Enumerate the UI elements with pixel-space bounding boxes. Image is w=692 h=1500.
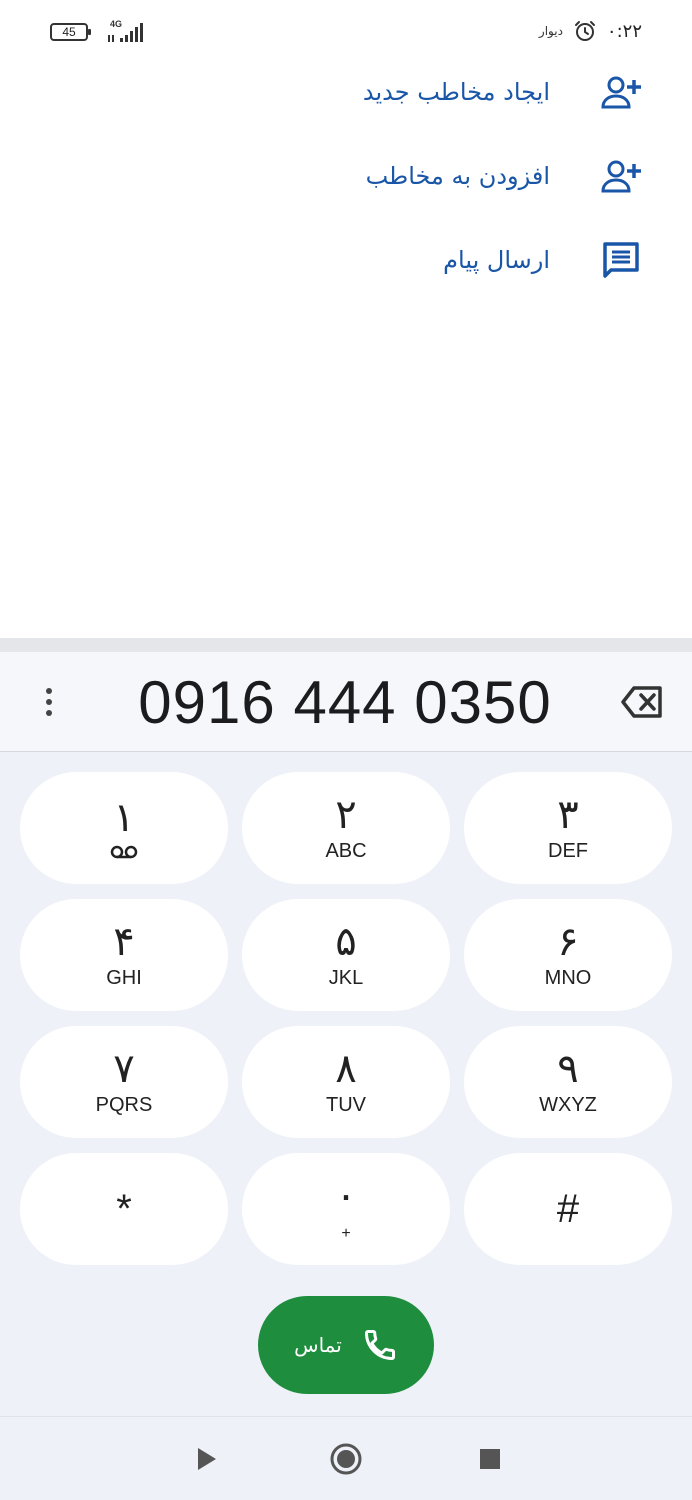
alarm-icon bbox=[574, 21, 595, 41]
key-letters: ABC bbox=[325, 840, 367, 862]
key-hash[interactable]: # bbox=[464, 1153, 672, 1265]
key-letters: DEF bbox=[548, 840, 588, 862]
key-2[interactable]: ۲ ABC bbox=[242, 772, 450, 884]
key-letters: TUV bbox=[326, 1094, 366, 1116]
key-digit: ۶ bbox=[557, 919, 579, 965]
key-0[interactable]: ۰ + bbox=[242, 1153, 450, 1265]
dialed-number[interactable]: 0916 444 0350 bbox=[90, 668, 600, 738]
voicemail-icon bbox=[110, 845, 138, 859]
key-digit: ۸ bbox=[335, 1046, 357, 1092]
clock: ۰:۲۲ bbox=[606, 20, 642, 42]
person-add-icon bbox=[600, 155, 642, 197]
number-row: 0916 444 0350 bbox=[0, 652, 692, 752]
back-triangle-icon bbox=[198, 1448, 216, 1470]
key-star[interactable]: * bbox=[20, 1153, 228, 1265]
call-label: تماس bbox=[294, 1333, 342, 1357]
key-letters: GHI bbox=[106, 967, 142, 989]
key-digit: ۹ bbox=[557, 1046, 579, 1092]
backspace-icon[interactable] bbox=[620, 682, 664, 722]
key-digit: # bbox=[556, 1186, 580, 1231]
call-button[interactable]: تماس bbox=[258, 1296, 434, 1394]
key-8[interactable]: ۸ TUV bbox=[242, 1026, 450, 1138]
recents-square-icon bbox=[480, 1449, 500, 1469]
more-options-icon[interactable] bbox=[32, 682, 66, 722]
key-digit: ۲ bbox=[335, 792, 357, 838]
key-digit: ۰ bbox=[335, 1173, 357, 1219]
recents-button[interactable] bbox=[472, 1441, 508, 1477]
key-letters: PQRS bbox=[95, 1094, 153, 1116]
key-digit: ۴ bbox=[113, 919, 135, 965]
key-digit: ۱ bbox=[113, 795, 135, 841]
key-letters: WXYZ bbox=[539, 1094, 597, 1116]
create-new-contact-action[interactable]: ایجاد مخاطب جدید bbox=[0, 50, 692, 134]
key-letters: MNO bbox=[544, 967, 592, 989]
dialpad-panel: 0916 444 0350 ۱ ۲ ABC ۳ DEF ۴ GHI ۵ JKL … bbox=[0, 638, 692, 1500]
phone-icon bbox=[364, 1330, 395, 1360]
person-add-icon bbox=[600, 71, 642, 113]
add-to-contact-label: افزودن به مخاطب bbox=[365, 162, 550, 190]
create-new-contact-label: ایجاد مخاطب جدید bbox=[362, 78, 550, 106]
key-digit: ۳ bbox=[557, 792, 579, 838]
add-to-contact-action[interactable]: افزودن به مخاطب bbox=[0, 134, 692, 218]
notification-app-label: دیوار bbox=[538, 24, 563, 38]
home-circle-icon bbox=[330, 1443, 362, 1475]
key-digit: ۵ bbox=[335, 919, 357, 965]
key-5[interactable]: ۵ JKL bbox=[242, 899, 450, 1011]
status-right: دیوار ۰:۲۲ bbox=[539, 18, 642, 44]
send-message-label: ارسال پیام bbox=[443, 246, 550, 274]
panel-handle bbox=[0, 638, 692, 652]
send-message-action[interactable]: ارسال پیام bbox=[0, 218, 692, 302]
key-6[interactable]: ۶ MNO bbox=[464, 899, 672, 1011]
key-9[interactable]: ۹ WXYZ bbox=[464, 1026, 672, 1138]
key-3[interactable]: ۳ DEF bbox=[464, 772, 672, 884]
key-letters: + bbox=[341, 1225, 351, 1242]
key-4[interactable]: ۴ GHI bbox=[20, 899, 228, 1011]
message-icon bbox=[600, 239, 642, 281]
network-type: 4G bbox=[110, 19, 122, 29]
key-1[interactable]: ۱ bbox=[20, 772, 228, 884]
key-7[interactable]: ۷ PQRS bbox=[20, 1026, 228, 1138]
key-digit: * bbox=[116, 1186, 132, 1231]
battery-indicator: 45 bbox=[50, 23, 91, 41]
navigation-bar bbox=[0, 1416, 692, 1500]
signal-icon: 4G bbox=[108, 19, 143, 42]
home-button[interactable] bbox=[328, 1441, 364, 1477]
back-button[interactable] bbox=[188, 1441, 224, 1477]
key-letters: JKL bbox=[328, 967, 364, 989]
key-digit: ۷ bbox=[113, 1046, 135, 1092]
